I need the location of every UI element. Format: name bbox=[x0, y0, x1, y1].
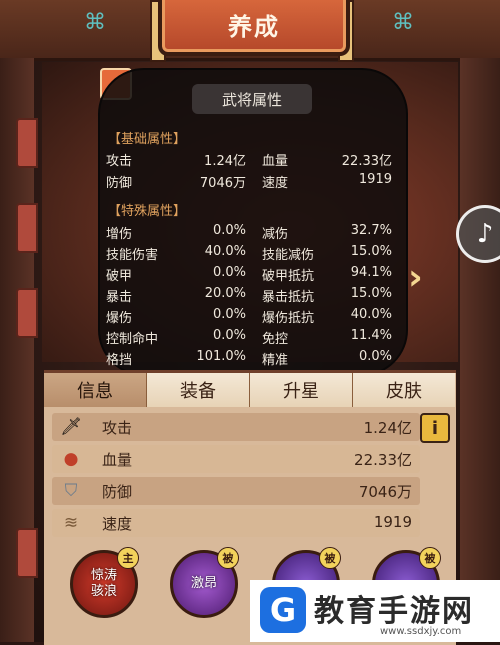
rail-tab[interactable] bbox=[16, 118, 38, 168]
fish-icon: ⌘ bbox=[84, 10, 106, 35]
rail-tab[interactable] bbox=[16, 528, 38, 578]
attribute-row: 控制命中 0.0% 免控 11.4% bbox=[106, 328, 392, 347]
blood-drop-icon: ● bbox=[63, 449, 79, 469]
fish-icon: ⌘ bbox=[392, 10, 414, 35]
watermark-text: 教育手游网 bbox=[314, 594, 474, 629]
stat-row-speed: ≋ 速度 1919 bbox=[52, 509, 420, 537]
skill-tag: 主 bbox=[117, 547, 139, 569]
attribute-row: 增伤 0.0% 减伤 32.7% bbox=[106, 223, 392, 242]
basic-attributes-heading: 【基础属性】 bbox=[108, 132, 187, 147]
panel-tabs: 信息 装备 升星 皮肤 bbox=[44, 373, 456, 407]
shield-icon: ⛉ bbox=[64, 481, 78, 501]
top-banner: ⌘ ⌘ 养成 bbox=[0, 0, 500, 62]
site-logo-icon: G bbox=[260, 587, 306, 633]
rail-tab[interactable] bbox=[16, 288, 38, 338]
stat-row-attack: 🗡 攻击 1.24亿 bbox=[52, 413, 420, 441]
attribute-row: 攻击 1.24亿 血量 22.33亿 bbox=[106, 154, 392, 169]
tab-equipment[interactable]: 装备 bbox=[147, 373, 251, 407]
attribute-row: 暴击 20.0% 暴击抵抗 15.0% bbox=[106, 286, 392, 305]
skill-tag: 被 bbox=[217, 547, 239, 569]
attribute-row: 技能伤害 40.0% 技能减伤 15.0% bbox=[106, 244, 392, 263]
stat-row-hp: ● 血量 22.33亿 bbox=[52, 445, 420, 473]
watermark-url: www.ssdxjy.com bbox=[380, 626, 462, 637]
page-title: 养成 bbox=[158, 0, 350, 56]
attribute-row: 破甲 0.0% 破甲抵抗 94.1% bbox=[106, 265, 392, 284]
left-rail bbox=[0, 58, 38, 642]
skill-tag: 被 bbox=[319, 547, 341, 569]
attribute-row: 防御 7046万 速度 1919 bbox=[106, 172, 392, 191]
next-hero-arrow-icon[interactable]: › bbox=[408, 258, 438, 298]
attribute-row: 爆伤 0.0% 爆伤抵抗 40.0% bbox=[106, 307, 392, 326]
hero-attribute-popup: 武将属性 【基础属性】 攻击 1.24亿 血量 22.33亿 防御 7046万 速度 1… bbox=[98, 68, 408, 376]
boot-icon: ≋ bbox=[63, 513, 79, 533]
info-button[interactable]: i bbox=[420, 413, 450, 443]
tab-star-up[interactable]: 升星 bbox=[250, 373, 354, 407]
skill-slot-2[interactable]: 激昂 被 bbox=[170, 547, 239, 618]
stat-row-defense: ⛉ 防御 7046万 bbox=[52, 477, 420, 505]
attribute-row: 格挡 101.0% 精准 0.0% bbox=[106, 349, 392, 368]
skill-slot-1[interactable]: 惊涛 骇浪 主 bbox=[70, 547, 139, 618]
tab-info[interactable]: 信息 bbox=[44, 373, 148, 407]
tab-skin[interactable]: 皮肤 bbox=[353, 373, 455, 407]
popup-title: 武将属性 bbox=[192, 84, 312, 114]
skill-tag: 被 bbox=[419, 547, 441, 569]
sword-icon: 🗡 bbox=[60, 417, 82, 437]
special-attributes-heading: 【特殊属性】 bbox=[108, 204, 187, 219]
right-rail bbox=[460, 58, 500, 642]
watermark: G 教育手游网 www.ssdxjy.com bbox=[250, 580, 500, 642]
rail-tab[interactable] bbox=[16, 203, 38, 253]
